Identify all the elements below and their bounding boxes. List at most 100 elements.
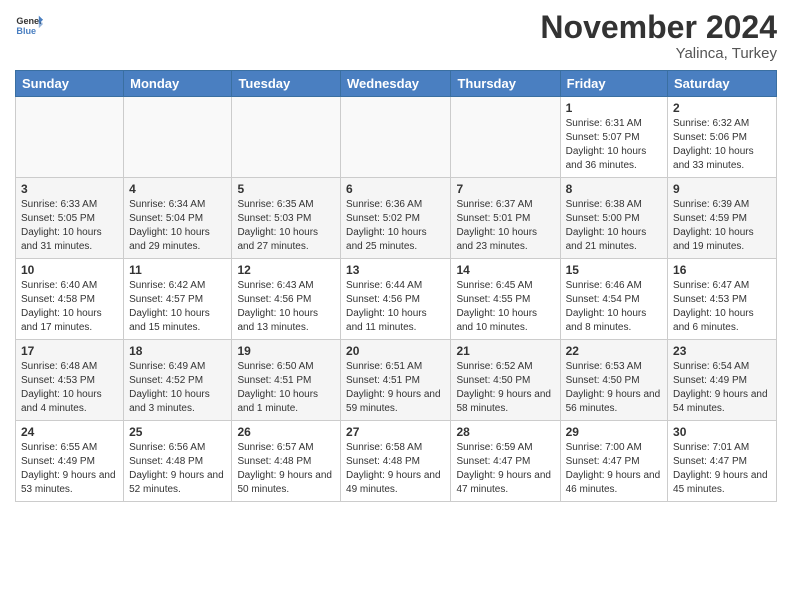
calendar-day-cell: 14 Sunrise: 6:45 AM Sunset: 4:55 PM Dayli… xyxy=(451,259,560,340)
day-number: 17 xyxy=(21,344,118,358)
calendar-day-cell xyxy=(341,97,451,178)
calendar-day-cell: 12 Sunrise: 6:43 AM Sunset: 4:56 PM Dayli… xyxy=(232,259,341,340)
calendar-day-cell: 26 Sunrise: 6:57 AM Sunset: 4:48 PM Dayli… xyxy=(232,421,341,502)
day-info: Sunrise: 6:55 AM Sunset: 4:49 PM Dayligh… xyxy=(21,441,118,497)
svg-text:Blue: Blue xyxy=(16,26,36,36)
calendar-day-header: Thursday xyxy=(451,71,560,97)
day-number: 19 xyxy=(237,344,335,358)
calendar-day-cell: 13Sunrise: 6:44 AM Sunset: 4:56 PM Dayli… xyxy=(341,259,451,340)
calendar-week-row: 1Sunrise: 6:31 AM Sunset: 5:07 PM Daylig… xyxy=(16,97,777,178)
day-info: Sunrise: 7:01 AM Sunset: 4:47 PM Dayligh… xyxy=(673,441,771,497)
calendar-day-cell: 20 Sunrise: 6:51 AM Sunset: 4:51 PM Dayli… xyxy=(341,340,451,421)
calendar-day-header: Saturday xyxy=(668,71,777,97)
day-number: 28 xyxy=(456,425,554,439)
calendar-day-cell: 19Sunrise: 6:50 AM Sunset: 4:51 PM Dayli… xyxy=(232,340,341,421)
calendar-day-cell xyxy=(232,97,341,178)
day-info: Sunrise: 6:42 AM Sunset: 4:57 PM Dayligh… xyxy=(129,279,226,335)
day-number: 20 xyxy=(346,344,445,358)
day-number: 5 xyxy=(237,182,335,196)
day-number: 7 xyxy=(456,182,554,196)
header: General Blue November 2024 Yalinca, Turk… xyxy=(15,10,777,62)
calendar-day-cell: 23 Sunrise: 6:54 AM Sunset: 4:49 PM Dayli… xyxy=(668,340,777,421)
day-number: 15 xyxy=(566,263,662,277)
calendar-week-row: 24 Sunrise: 6:55 AM Sunset: 4:49 PM Dayli… xyxy=(16,421,777,502)
day-number: 18 xyxy=(129,344,226,358)
calendar-week-row: 10Sunrise: 6:40 AM Sunset: 4:58 PM Dayli… xyxy=(16,259,777,340)
day-number: 3 xyxy=(21,182,118,196)
calendar-day-cell: 30 Sunrise: 7:01 AM Sunset: 4:47 PM Dayli… xyxy=(668,421,777,502)
calendar-day-cell: 15Sunrise: 6:46 AM Sunset: 4:54 PM Dayli… xyxy=(560,259,667,340)
calendar-day-header: Sunday xyxy=(16,71,124,97)
calendar-header-row: SundayMondayTuesdayWednesdayThursdayFrid… xyxy=(16,71,777,97)
page: General Blue November 2024 Yalinca, Turk… xyxy=(0,0,792,512)
day-number: 22 xyxy=(566,344,662,358)
day-info: Sunrise: 6:40 AM Sunset: 4:58 PM Dayligh… xyxy=(21,279,118,335)
calendar-day-cell: 10Sunrise: 6:40 AM Sunset: 4:58 PM Dayli… xyxy=(16,259,124,340)
calendar-day-cell: 7Sunrise: 6:37 AM Sunset: 5:01 PM Daylig… xyxy=(451,178,560,259)
day-number: 12 xyxy=(237,263,335,277)
calendar-day-cell: 27Sunrise: 6:58 AM Sunset: 4:48 PM Dayli… xyxy=(341,421,451,502)
day-number: 4 xyxy=(129,182,226,196)
calendar-day-cell: 3 Sunrise: 6:33 AM Sunset: 5:05 PM Daylig… xyxy=(16,178,124,259)
calendar-day-cell: 25 Sunrise: 6:56 AM Sunset: 4:48 PM Dayli… xyxy=(124,421,232,502)
day-number: 9 xyxy=(673,182,771,196)
day-number: 23 xyxy=(673,344,771,358)
day-info: Sunrise: 6:44 AM Sunset: 4:56 PM Dayligh… xyxy=(346,279,445,335)
day-number: 6 xyxy=(346,182,445,196)
calendar-week-row: 3 Sunrise: 6:33 AM Sunset: 5:05 PM Daylig… xyxy=(16,178,777,259)
day-info: Sunrise: 6:59 AM Sunset: 4:47 PM Dayligh… xyxy=(456,441,554,497)
day-info: Sunrise: 6:57 AM Sunset: 4:48 PM Dayligh… xyxy=(237,441,335,497)
day-number: 8 xyxy=(566,182,662,196)
calendar-day-cell: 21Sunrise: 6:52 AM Sunset: 4:50 PM Dayli… xyxy=(451,340,560,421)
day-info: Sunrise: 6:45 AM Sunset: 4:55 PM Dayligh… xyxy=(456,279,554,335)
day-number: 21 xyxy=(456,344,554,358)
calendar-day-cell: 29 Sunrise: 7:00 AM Sunset: 4:47 PM Dayli… xyxy=(560,421,667,502)
day-info: Sunrise: 6:39 AM Sunset: 4:59 PM Dayligh… xyxy=(673,198,771,254)
day-number: 26 xyxy=(237,425,335,439)
day-info: Sunrise: 6:53 AM Sunset: 4:50 PM Dayligh… xyxy=(566,360,662,416)
title-block: November 2024 Yalinca, Turkey xyxy=(540,10,777,62)
day-info: Sunrise: 6:36 AM Sunset: 5:02 PM Dayligh… xyxy=(346,198,445,254)
calendar-day-cell: 6 Sunrise: 6:36 AM Sunset: 5:02 PM Daylig… xyxy=(341,178,451,259)
calendar-day-cell xyxy=(16,97,124,178)
day-info: Sunrise: 6:34 AM Sunset: 5:04 PM Dayligh… xyxy=(129,198,226,254)
day-number: 30 xyxy=(673,425,771,439)
day-info: Sunrise: 6:56 AM Sunset: 4:48 PM Dayligh… xyxy=(129,441,226,497)
calendar-day-header: Wednesday xyxy=(341,71,451,97)
day-info: Sunrise: 7:00 AM Sunset: 4:47 PM Dayligh… xyxy=(566,441,662,497)
calendar-day-cell: 24 Sunrise: 6:55 AM Sunset: 4:49 PM Dayli… xyxy=(16,421,124,502)
logo-icon: General Blue xyxy=(15,10,43,38)
logo: General Blue xyxy=(15,10,43,38)
calendar-day-cell: 5 Sunrise: 6:35 AM Sunset: 5:03 PM Daylig… xyxy=(232,178,341,259)
day-info: Sunrise: 6:33 AM Sunset: 5:05 PM Dayligh… xyxy=(21,198,118,254)
calendar-day-header: Tuesday xyxy=(232,71,341,97)
day-number: 1 xyxy=(566,101,662,115)
calendar-day-cell: 9 Sunrise: 6:39 AM Sunset: 4:59 PM Daylig… xyxy=(668,178,777,259)
month-title: November 2024 xyxy=(540,10,777,45)
day-number: 29 xyxy=(566,425,662,439)
day-info: Sunrise: 6:43 AM Sunset: 4:56 PM Dayligh… xyxy=(237,279,335,335)
day-info: Sunrise: 6:54 AM Sunset: 4:49 PM Dayligh… xyxy=(673,360,771,416)
day-number: 24 xyxy=(21,425,118,439)
day-number: 14 xyxy=(456,263,554,277)
day-info: Sunrise: 6:38 AM Sunset: 5:00 PM Dayligh… xyxy=(566,198,662,254)
day-number: 25 xyxy=(129,425,226,439)
day-info: Sunrise: 6:32 AM Sunset: 5:06 PM Dayligh… xyxy=(673,117,771,173)
calendar-day-cell xyxy=(451,97,560,178)
calendar-day-header: Friday xyxy=(560,71,667,97)
day-info: Sunrise: 6:51 AM Sunset: 4:51 PM Dayligh… xyxy=(346,360,445,416)
calendar-day-cell xyxy=(124,97,232,178)
calendar-day-cell: 22 Sunrise: 6:53 AM Sunset: 4:50 PM Dayli… xyxy=(560,340,667,421)
day-number: 16 xyxy=(673,263,771,277)
day-info: Sunrise: 6:35 AM Sunset: 5:03 PM Dayligh… xyxy=(237,198,335,254)
calendar-day-cell: 28 Sunrise: 6:59 AM Sunset: 4:47 PM Dayli… xyxy=(451,421,560,502)
day-info: Sunrise: 6:48 AM Sunset: 4:53 PM Dayligh… xyxy=(21,360,118,416)
calendar-day-header: Monday xyxy=(124,71,232,97)
day-info: Sunrise: 6:47 AM Sunset: 4:53 PM Dayligh… xyxy=(673,279,771,335)
calendar-day-cell: 11Sunrise: 6:42 AM Sunset: 4:57 PM Dayli… xyxy=(124,259,232,340)
day-number: 2 xyxy=(673,101,771,115)
day-number: 27 xyxy=(346,425,445,439)
calendar-day-cell: 1Sunrise: 6:31 AM Sunset: 5:07 PM Daylig… xyxy=(560,97,667,178)
location-subtitle: Yalinca, Turkey xyxy=(540,45,777,62)
calendar-day-cell: 18Sunrise: 6:49 AM Sunset: 4:52 PM Dayli… xyxy=(124,340,232,421)
